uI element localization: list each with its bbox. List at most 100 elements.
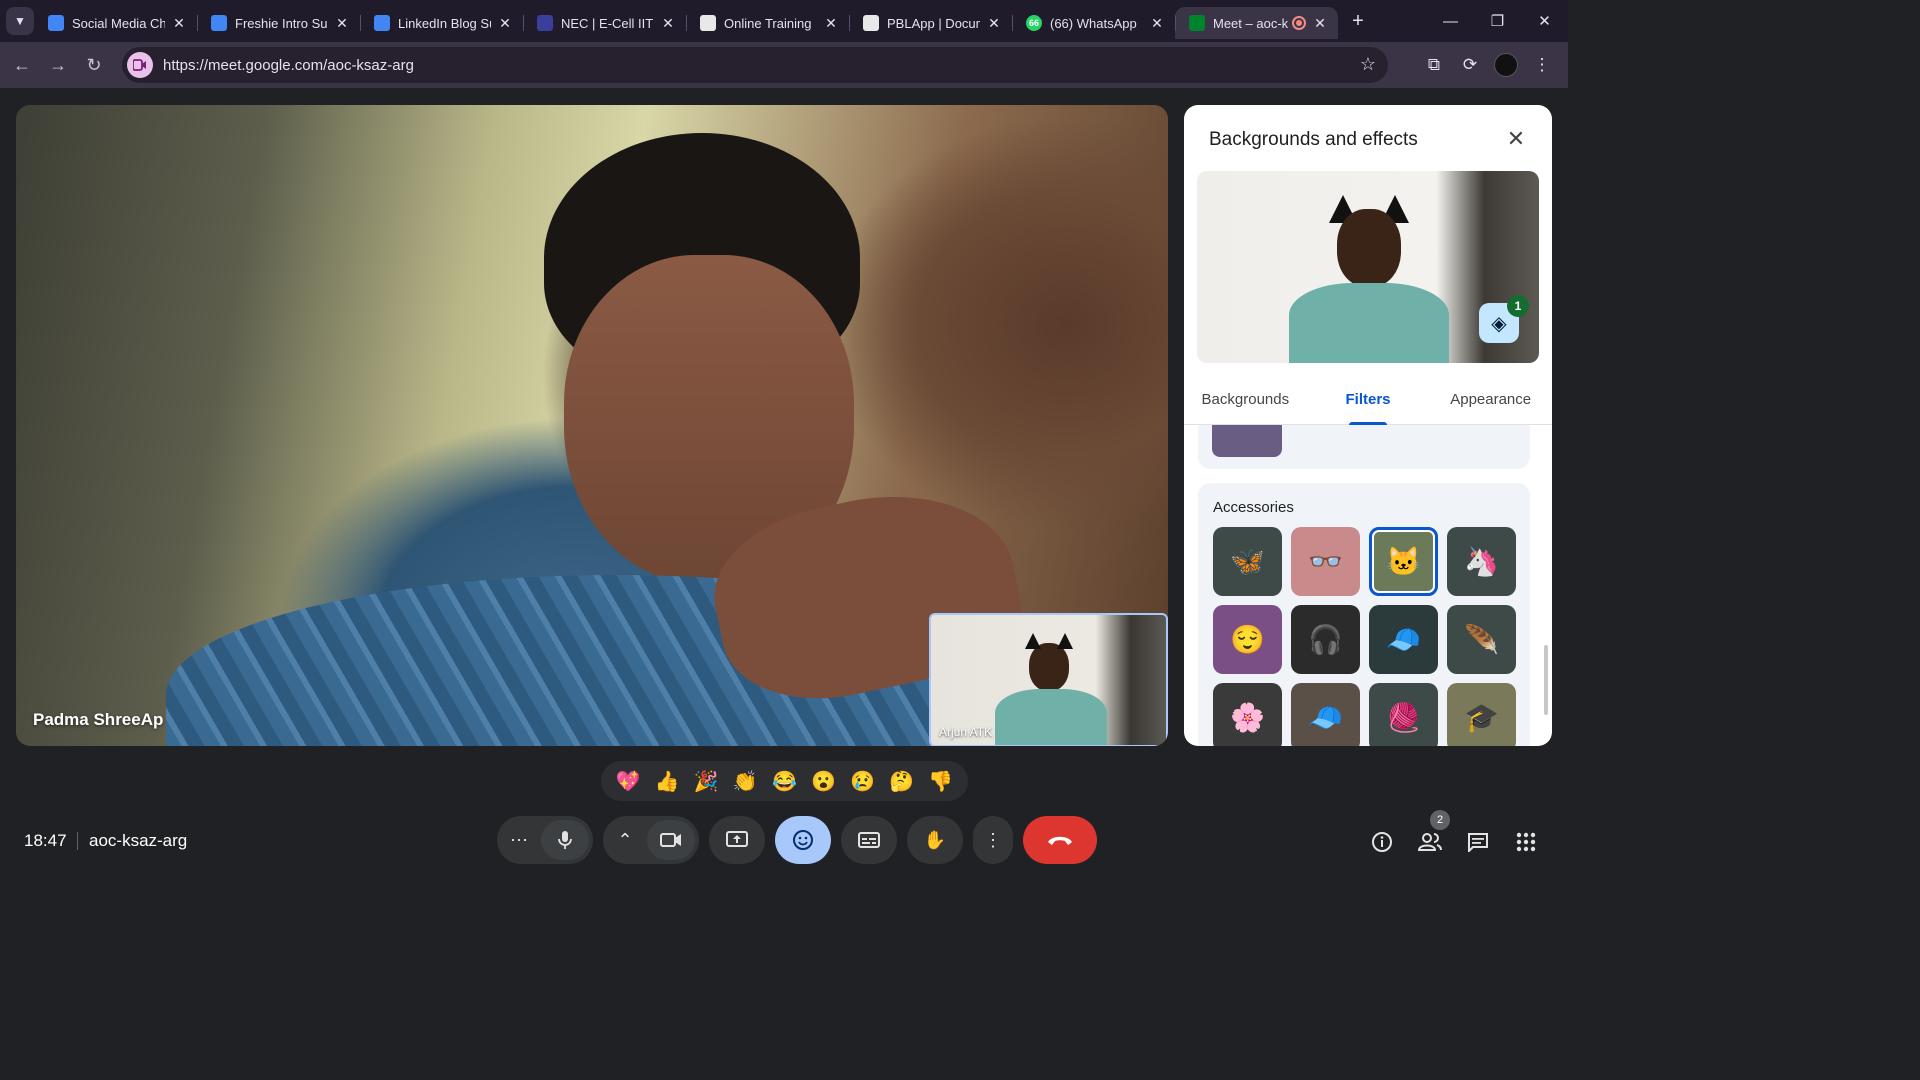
audio-controls: ⋯ [497,816,593,864]
energy-saver-icon: ⟳ [1462,55,1478,74]
reaction-button[interactable]: 💖 [610,765,646,797]
accessory-cat-ears-glasses[interactable]: 🐱 [1369,527,1438,596]
accessories-grid: 🦋 👓 🐱 🦄 😌 🎧 🧢 🪶 🌸 🧢 🧶 🎓 [1213,527,1516,746]
tab-appearance[interactable]: Appearance [1429,383,1552,424]
close-icon[interactable]: ✕ [334,15,350,32]
close-icon[interactable]: ✕ [986,15,1002,32]
captions-button[interactable] [841,816,897,864]
scrollbar[interactable] [1544,645,1548,715]
panel-close-button[interactable]: ✕ [1502,125,1530,153]
reload-icon: ↻ [86,54,102,75]
kebab-menu-icon: ⋮ [984,829,1002,850]
tab-backgrounds[interactable]: Backgrounds [1184,383,1307,424]
camera-button[interactable] [647,820,695,860]
favicon-icon [863,15,879,31]
browser-tab[interactable]: Freshie Intro Sub ✕ [197,7,360,39]
activities-button[interactable] [1502,822,1550,862]
filter-thumbnail[interactable] [1212,425,1282,457]
video-settings-button[interactable]: ⌃ [603,816,647,864]
reaction-button[interactable]: 👎 [923,765,959,797]
performance-button[interactable]: ⟳ [1452,47,1488,83]
reaction-button[interactable]: 😂 [766,765,802,797]
forward-button[interactable]: → [40,47,76,83]
accessory-cat-headphones[interactable]: 🎧 [1291,605,1360,674]
feather-clip-icon: 🪶 [1464,624,1499,655]
restore-button[interactable]: ❐ [1474,0,1521,42]
accessory-sleepy-face[interactable]: 😌 [1213,605,1282,674]
effects-scroll-area[interactable]: Accessories 🦋 👓 🐱 🦄 😌 🎧 🧢 🪶 🌸 🧢 🧶 🎓 [1184,425,1552,746]
reaction-button[interactable]: 👍 [649,765,685,797]
more-options-button[interactable]: ⋮ [973,816,1013,864]
meeting-details-button[interactable] [1358,822,1406,862]
close-window-button[interactable]: ✕ [1521,0,1568,42]
reaction-button[interactable]: 😢 [845,765,881,797]
video-camera-icon [133,59,146,71]
accessory-flowers[interactable]: 🌸 [1213,683,1282,746]
leave-call-button[interactable] [1023,816,1097,864]
reaction-button[interactable]: 👏 [727,765,763,797]
close-icon[interactable]: ✕ [1149,15,1165,32]
people-button[interactable]: 2 [1406,810,1454,862]
accessory-feather-clip[interactable]: 🪶 [1447,605,1516,674]
graduation-cap-icon: 🎓 [1464,702,1499,733]
accessory-unicorn-headband[interactable]: 🦄 [1447,527,1516,596]
accessory-butterflies[interactable]: 🦋 [1213,527,1282,596]
accessory-baseball-cap[interactable]: 🧢 [1291,683,1360,746]
beanie-icon: 🧶 [1386,702,1421,733]
tab-title: LinkedIn Blog Su [398,15,491,31]
close-icon[interactable]: ✕ [660,15,676,32]
accessory-beanie[interactable]: 🧶 [1369,683,1438,746]
section-title: Accessories [1213,499,1294,516]
close-icon[interactable]: ✕ [497,15,513,32]
browser-tab[interactable]: LinkedIn Blog Su ✕ [360,7,523,39]
tab-title: Online Training [724,15,812,31]
backgrounds-effects-panel: Backgrounds and effects ✕ ◈ 1 Background… [1184,105,1552,746]
reaction-button[interactable]: 🤔 [884,765,920,797]
chevron-up-icon: ⌃ [617,829,633,850]
accessory-graduation-cap[interactable]: 🎓 [1447,683,1516,746]
reaction-button[interactable]: 🎉 [688,765,724,797]
browser-tab[interactable]: NEC | E-Cell IIT B ✕ [523,7,686,39]
site-info-button[interactable] [127,52,153,78]
present-screen-button[interactable] [709,816,765,864]
preview-head [1337,209,1401,287]
reactions-button[interactable] [775,816,831,864]
audio-settings-button[interactable]: ⋯ [497,816,541,864]
accessory-cap[interactable]: 🧢 [1369,605,1438,674]
avatar[interactable] [1494,53,1518,77]
video-controls: ⌃ [603,816,699,864]
browser-tab[interactable]: PBLApp | Docum ✕ [849,7,1012,39]
meeting-code: aoc-ksaz-arg [89,831,188,850]
back-button[interactable]: ← [4,47,40,83]
browser-tab[interactable]: Meet – aoc-k ✕ [1175,7,1338,39]
close-icon[interactable]: ✕ [1312,15,1328,32]
address-bar[interactable]: https://meet.google.com/aoc-ksaz-arg ☆ [122,47,1388,83]
kebab-menu-icon: ⋮ [1533,55,1551,74]
bookmark-star-icon[interactable]: ☆ [1360,54,1376,75]
browser-tab[interactable]: Social Media Cha ✕ [34,7,197,39]
browser-tab[interactable]: 66 (66) WhatsApp ✕ [1012,7,1175,39]
browser-tab[interactable]: Online Training ✕ [686,7,849,39]
raise-hand-button[interactable]: ✋ [907,816,963,864]
reaction-button[interactable]: 😮 [806,765,842,797]
tab-search-button[interactable]: ▼ [6,7,34,35]
new-tab-button[interactable]: + [1344,7,1372,35]
tab-title: Social Media Cha [72,15,165,31]
extensions-button[interactable]: ⧉ [1416,47,1452,83]
effects-preview: ◈ 1 [1197,171,1539,363]
reload-button[interactable]: ↻ [76,47,112,83]
microphone-button[interactable] [541,820,589,860]
favicon-icon [700,15,716,31]
minimize-button[interactable]: — [1427,0,1474,42]
chat-button[interactable] [1454,822,1502,862]
close-icon[interactable]: ✕ [823,15,839,32]
self-view-tile[interactable]: Arjun ATK [929,613,1168,746]
main-video-tile[interactable]: Padma ShreeAp Arjun ATK [16,105,1168,746]
preview-body [1289,283,1449,363]
url-text: https://meet.google.com/aoc-ksaz-arg [163,56,414,74]
browser-menu-button[interactable]: ⋮ [1524,47,1560,83]
tab-filters[interactable]: Filters [1307,383,1430,425]
close-icon[interactable]: ✕ [171,15,187,32]
sleepy-face-icon: 😌 [1230,624,1265,655]
accessory-beret-glasses[interactable]: 👓 [1291,527,1360,596]
